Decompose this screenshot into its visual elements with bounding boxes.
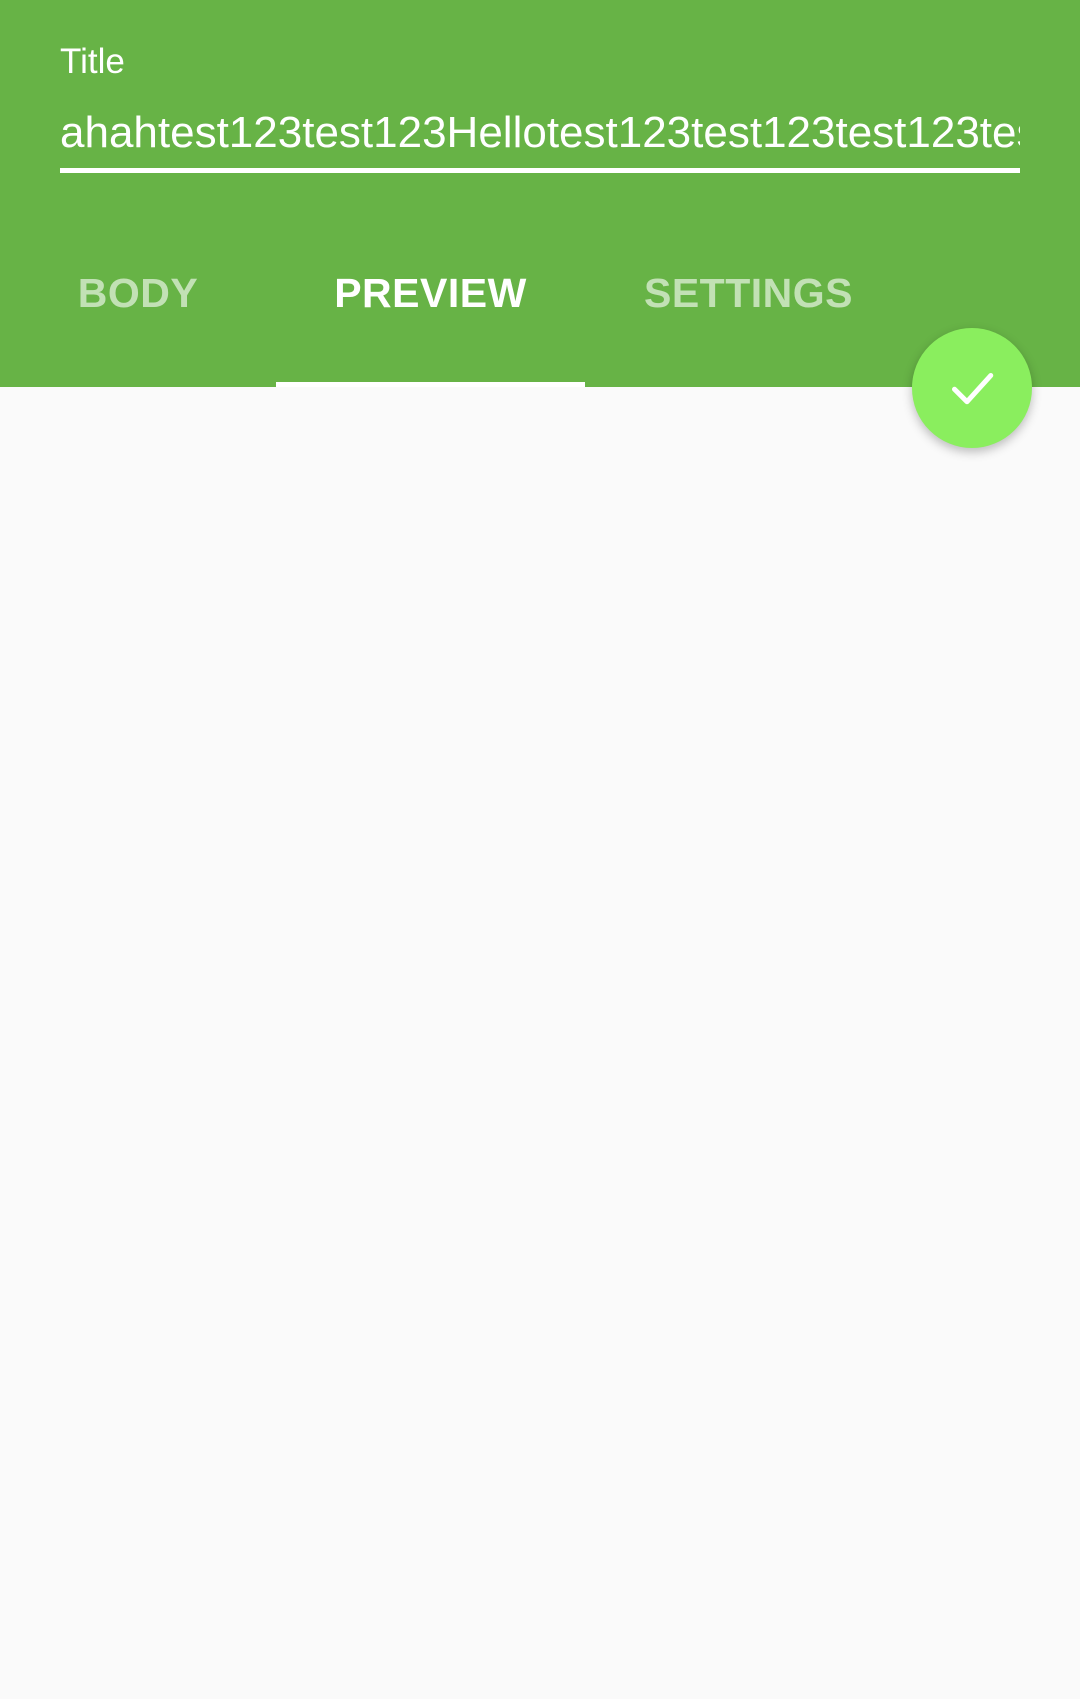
app-bar: Title BODY PREVIEW SETTINGS	[0, 0, 1080, 387]
tab-body[interactable]: BODY	[0, 270, 276, 387]
title-underline	[60, 168, 1020, 173]
check-icon	[952, 373, 994, 405]
preview-content	[0, 387, 1080, 1699]
title-input[interactable]	[60, 106, 1020, 160]
save-fab-button[interactable]	[912, 328, 1032, 448]
title-label: Title	[60, 42, 125, 81]
tab-settings[interactable]: SETTINGS	[585, 270, 912, 387]
tab-preview[interactable]: PREVIEW	[276, 270, 585, 387]
